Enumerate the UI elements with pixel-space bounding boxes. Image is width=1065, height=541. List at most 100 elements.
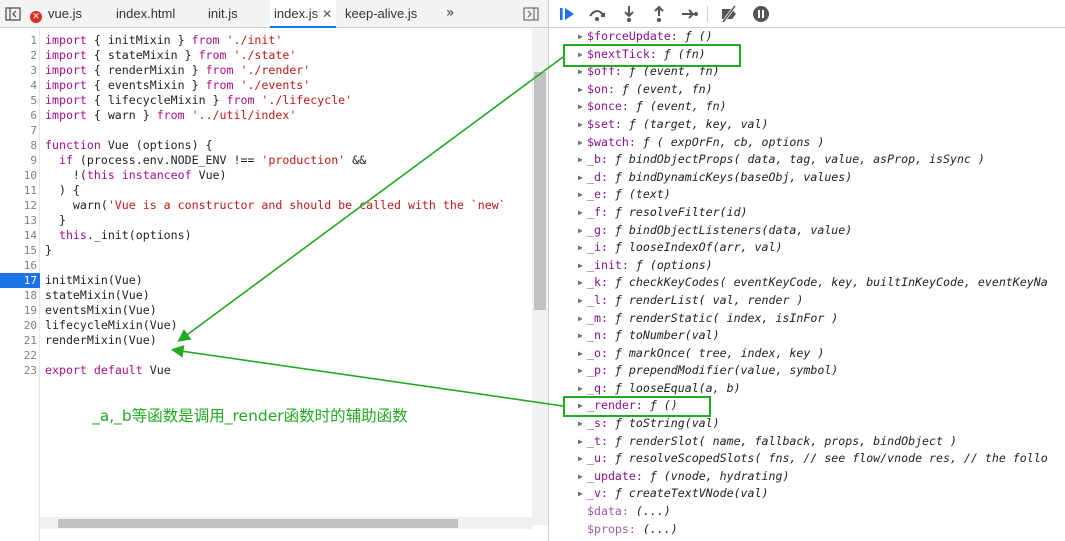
code-line[interactable]: 8 function Vue (options) { [0, 138, 532, 153]
code-line[interactable]: 23 export default Vue [0, 363, 532, 378]
scope-prop-props[interactable]: $props: (...) [549, 521, 1065, 539]
line-number[interactable]: 23 [0, 363, 37, 378]
line-number[interactable]: 20 [0, 318, 37, 333]
line-number[interactable]: 2 [0, 48, 37, 63]
line-number[interactable]: 6 [0, 108, 37, 123]
code-line[interactable]: 22 [0, 348, 532, 363]
line-number[interactable]: 3 [0, 63, 37, 78]
scope-prop-m[interactable]: ▶ _m: ƒ renderStatic( index, isInFor ) [549, 310, 1065, 328]
scope-prop-p[interactable]: ▶ _p: ƒ prependModifier(value, symbol) [549, 362, 1065, 380]
scope-prop-f[interactable]: ▶ _f: ƒ resolveFilter(id) [549, 204, 1065, 222]
scope-prop-n[interactable]: ▶ _n: ƒ toNumber(val) [549, 327, 1065, 345]
expand-triangle-icon[interactable]: ▶ [578, 362, 583, 380]
scope-prop-b[interactable]: ▶ _b: ƒ bindObjectProps( data, tag, value… [549, 151, 1065, 169]
code-line[interactable]: 14 this._init(options) [0, 228, 532, 243]
scope-prop-data[interactable]: $data: (...) [549, 503, 1065, 521]
step-out-icon[interactable] [649, 4, 669, 24]
code-line[interactable]: 2 import { stateMixin } from './state' [0, 48, 532, 63]
scope-prop-on[interactable]: ▶ $on: ƒ (event, fn) [549, 81, 1065, 99]
expand-triangle-icon[interactable]: ▶ [578, 433, 583, 451]
line-number[interactable]: 7 [0, 123, 37, 138]
code-line[interactable]: 7 [0, 123, 532, 138]
line-number[interactable]: 16 [0, 258, 37, 273]
expand-triangle-icon[interactable]: ▶ [578, 292, 583, 310]
close-tab-icon[interactable]: ✕ [322, 0, 332, 28]
expand-triangle-icon[interactable]: ▶ [578, 186, 583, 204]
code-line[interactable]: 18 stateMixin(Vue) [0, 288, 532, 303]
scope-prop-u[interactable]: ▶ _u: ƒ resolveScopedSlots( fns, // see f… [549, 450, 1065, 468]
tab-init-js[interactable]: init.js [208, 0, 238, 28]
expand-triangle-icon[interactable]: ▶ [578, 274, 583, 292]
scope-prop-i[interactable]: ▶ _i: ƒ looseIndexOf(arr, val) [549, 239, 1065, 257]
step-icon[interactable] [679, 4, 699, 24]
horizontal-scrollbar-thumb[interactable] [58, 519, 458, 528]
scope-prop-v[interactable]: ▶ _v: ƒ createTextVNode(val) [549, 485, 1065, 503]
scope-prop-update[interactable]: ▶ _update: ƒ (vnode, hydrating) [549, 468, 1065, 486]
code-line[interactable]: 20 lifecycleMixin(Vue) [0, 318, 532, 333]
line-number[interactable]: 12 [0, 198, 37, 213]
expand-triangle-icon[interactable]: ▶ [578, 98, 583, 116]
tab-index-js[interactable]: index.js ✕ [270, 0, 337, 28]
expand-triangle-icon[interactable]: ▶ [578, 257, 583, 275]
line-number[interactable]: 14 [0, 228, 37, 243]
code-editor[interactable]: 1 import { initMixin } from './init' 2 impo… [0, 33, 532, 378]
line-number[interactable]: 11 [0, 183, 37, 198]
expand-triangle-icon[interactable]: ▶ [578, 222, 583, 240]
expand-triangle-icon[interactable]: ▶ [578, 485, 583, 503]
expand-triangle-icon[interactable]: ▶ [578, 151, 583, 169]
step-into-icon[interactable] [619, 4, 639, 24]
line-number[interactable]: 21 [0, 333, 37, 348]
line-number[interactable]: 18 [0, 288, 37, 303]
scope-prop-once[interactable]: ▶ $once: ƒ (event, fn) [549, 98, 1065, 116]
expand-triangle-icon[interactable]: ▶ [578, 28, 583, 46]
pause-on-exceptions-icon[interactable] [751, 4, 771, 24]
toggle-navigator-icon[interactable] [4, 5, 22, 23]
vertical-scrollbar-thumb[interactable] [534, 72, 546, 310]
line-number[interactable]: 13 [0, 213, 37, 228]
code-line[interactable]: 16 [0, 258, 532, 273]
line-number[interactable]: 10 [0, 168, 37, 183]
code-line[interactable]: 3 import { renderMixin } from './render' [0, 63, 532, 78]
code-line[interactable]: 12 warn('Vue is a constructor and should… [0, 198, 532, 213]
expand-triangle-icon[interactable]: ▶ [578, 116, 583, 134]
expand-triangle-icon[interactable]: ▶ [578, 345, 583, 363]
code-line[interactable]: 21 renderMixin(Vue) [0, 333, 532, 348]
scope-prop-k[interactable]: ▶ _k: ƒ checkKeyCodes( eventKeyCode, key,… [549, 274, 1065, 292]
line-number[interactable]: 17 [0, 273, 37, 288]
expand-triangle-icon[interactable]: ▶ [578, 310, 583, 328]
expand-triangle-icon[interactable]: ▶ [578, 327, 583, 345]
tab-keep-alive-js[interactable]: keep-alive.js [345, 0, 417, 28]
scope-prop-g[interactable]: ▶ _g: ƒ bindObjectListeners(data, value) [549, 222, 1065, 240]
deactivate-breakpoints-icon[interactable] [719, 4, 739, 24]
expand-triangle-icon[interactable]: ▶ [578, 468, 583, 486]
scope-prop-e[interactable]: ▶ _e: ƒ (text) [549, 186, 1065, 204]
expand-triangle-icon[interactable]: ▶ [578, 415, 583, 433]
scope-prop-l[interactable]: ▶ _l: ƒ renderList( val, render ) [549, 292, 1065, 310]
line-number[interactable]: 15 [0, 243, 37, 258]
expand-triangle-icon[interactable]: ▶ [578, 450, 583, 468]
code-line[interactable]: 5 import { lifecycleMixin } from './lifec… [0, 93, 532, 108]
scope-prop-t[interactable]: ▶ _t: ƒ renderSlot( name, fallback, props… [549, 433, 1065, 451]
code-line[interactable]: 10 !(this instanceof Vue) [0, 168, 532, 183]
scope-prop-d[interactable]: ▶ _d: ƒ bindDynamicKeys(baseObj, values) [549, 169, 1065, 187]
tab-vue-js[interactable]: ✕ vue.js [30, 0, 82, 28]
expand-triangle-icon[interactable]: ▶ [578, 81, 583, 99]
resume-icon[interactable] [557, 4, 577, 24]
scope-prop-o[interactable]: ▶ _o: ƒ markOnce( tree, index, key ) [549, 345, 1065, 363]
code-line[interactable]: 13 } [0, 213, 532, 228]
code-line[interactable]: 19 eventsMixin(Vue) [0, 303, 532, 318]
line-number[interactable]: 1 [0, 33, 37, 48]
step-over-icon[interactable] [587, 4, 607, 24]
scope-prop-init[interactable]: ▶ _init: ƒ (options) [549, 257, 1065, 275]
expand-triangle-icon[interactable]: ▶ [578, 380, 583, 398]
line-number[interactable]: 5 [0, 93, 37, 108]
code-line[interactable]: 17 initMixin(Vue) [0, 273, 532, 288]
toggle-debugger-icon[interactable] [522, 5, 540, 23]
line-number[interactable]: 22 [0, 348, 37, 363]
scope-prop-watch[interactable]: ▶ $watch: ƒ ( expOrFn, cb, options ) [549, 134, 1065, 152]
scope-prop-q[interactable]: ▶ _q: ƒ looseEqual(a, b) [549, 380, 1065, 398]
line-number[interactable]: 8 [0, 138, 37, 153]
line-number[interactable]: 9 [0, 153, 37, 168]
scope-prop-s[interactable]: ▶ _s: ƒ toString(val) [549, 415, 1065, 433]
scope-prop-forceupdate[interactable]: ▶ $forceUpdate: ƒ () [549, 28, 1065, 46]
